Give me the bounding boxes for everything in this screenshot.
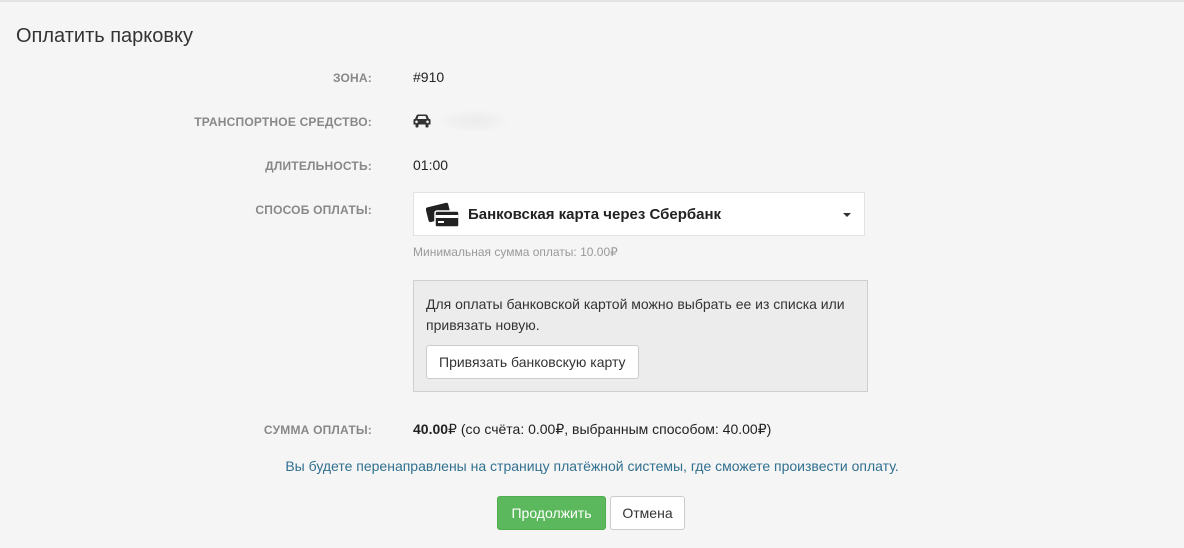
sum-value: 40.00₽ (со счёта: 0.00₽, выбранным спосо… [413,421,771,438]
sum-label: СУММА ОПЛАТЫ: [263,423,372,437]
cancel-button[interactable]: Отмена [610,496,685,530]
card-info-box: Для оплаты банковской картой можно выбра… [413,280,868,392]
redirect-note: Вы будете перенаправлены на страницу пла… [285,458,899,474]
car-icon [413,114,431,128]
continue-button[interactable]: Продолжить [497,496,606,530]
zone-label: ЗОНА: [332,71,372,85]
payment-method-label: СПОСОБ ОПЛАТЫ: [255,203,372,217]
duration-label: ДЛИТЕЛЬНОСТЬ: [265,159,372,173]
top-divider [0,0,1184,2]
sum-details: (со счёта: 0.00₽, выбранным способом: 40… [456,421,772,437]
duration-value: 01:00 [413,157,449,173]
sum-currency: ₽ [448,421,457,437]
min-amount-hint: Минимальная сумма оплаты: 10.00₽ [413,245,618,259]
payment-method-selected: Банковская карта через Сбербанк [468,206,722,223]
zone-value: #910 [413,69,445,85]
payment-method-select[interactable]: Банковская карта через Сбербанк [413,192,865,236]
vehicle-label: ТРАНСПОРТНОЕ СРЕДСТВО: [194,115,372,129]
bank-card-icon [426,202,460,228]
sum-total: 40.00 [413,421,449,437]
card-info-text: Для оплаты банковской картой можно выбра… [426,296,845,333]
caret-down-icon [843,213,851,217]
vehicle-plate-blurred [440,110,508,132]
bind-card-button[interactable]: Привязать банковскую карту [426,345,639,379]
page-title: Оплатить парковку [16,25,193,47]
